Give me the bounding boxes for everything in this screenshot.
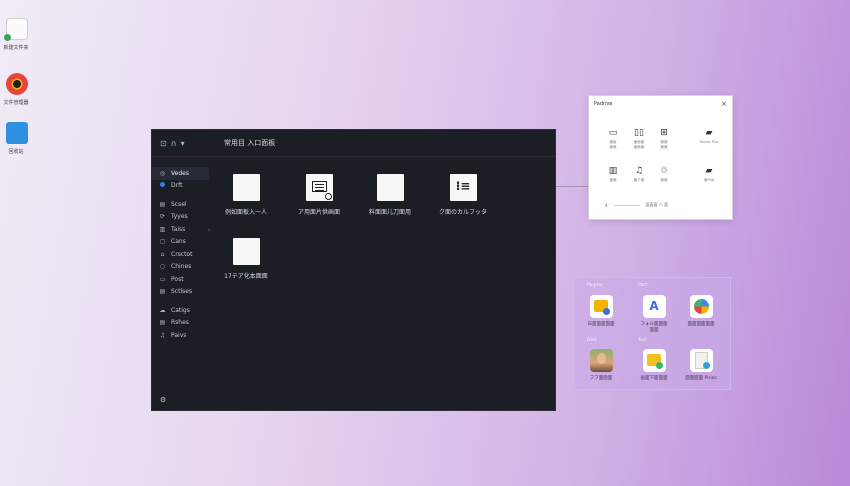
app-launcher: Plopter Pact Dott Tust 日面面面面面 フォル面面面 面面 … <box>574 277 731 390</box>
close-icon[interactable]: × <box>721 100 727 108</box>
grid-item-label: ク面のカルフッタ <box>438 209 487 216</box>
section-label: Dott <box>587 338 597 343</box>
app-tile[interactable]: 日面面面面面 <box>581 295 621 327</box>
sidebar-item-taiss[interactable]: ▥ Taiss <box>152 223 212 236</box>
window-titlebar: ⊡ ∩ ▾ 常用目 入口面板 <box>152 130 555 157</box>
sidebar-item-label: Tyyes <box>171 213 188 221</box>
notepad-app-icon <box>642 349 666 372</box>
target-icon: ◎ <box>159 169 166 177</box>
refresh-icon: ⟳ <box>159 213 166 221</box>
app-label: 画面下面面面 <box>640 376 668 381</box>
popup-header: Padrive × <box>589 96 732 111</box>
home-icon: ⌂ <box>160 250 165 258</box>
app-tile[interactable]: 面面面面 Pirioc <box>681 349 721 381</box>
circle-icon: ○ <box>159 263 166 271</box>
sidebar-item-label: Cans <box>171 238 186 246</box>
settings-icon[interactable]: ⚙ <box>160 396 166 404</box>
popup-item[interactable]: ⊞ 面面 面面 <box>649 128 679 149</box>
grid-icon: ▥ <box>159 225 166 233</box>
footer-index: 4 <box>605 202 608 208</box>
notes-app-icon <box>589 295 613 318</box>
window-icon[interactable]: ⊡ <box>160 139 167 148</box>
dot-icon <box>159 182 166 189</box>
list-icon: ▤ <box>159 288 166 296</box>
app-store-icon <box>642 295 666 318</box>
desktop-icon-new-folder[interactable]: 新建文件夹 <box>2 18 32 51</box>
square-icon: ▢ <box>159 238 166 246</box>
app-sublabel: 面面 <box>649 328 659 333</box>
popup-footer: 4 面面面 ハ 面 <box>605 202 705 208</box>
document-icon <box>305 174 333 201</box>
grid-icon: ⊞ <box>660 128 668 138</box>
popup-item[interactable]: ♲ 面面 <box>649 166 679 183</box>
popup-title: Padrive <box>594 100 613 107</box>
section-label: Tust <box>638 338 648 343</box>
app-label: 面面面面面面 <box>687 322 715 327</box>
grid-item-label: 17テア化本面面 <box>224 273 268 280</box>
sidebar-item-catigs[interactable]: ☁ Catigs <box>152 304 212 317</box>
sidebar-item-rshes[interactable]: ▤ Rshes <box>152 317 212 330</box>
popup-panel: Padrive × ▭ 面板 面面 ▯▯ 面面面 面面面 ⊞ 面面 面面 ▰ N… <box>588 95 733 220</box>
desktop-icon-file-manager[interactable]: 文件管理器 <box>2 73 32 106</box>
sidebar-item-label: Crsctot <box>171 250 193 258</box>
app-tile[interactable]: 画面下面面面 <box>634 349 674 381</box>
popup-item[interactable]: ▰ 面P4d <box>694 166 724 183</box>
app-label: 面面面面 Pirioc <box>685 376 717 381</box>
divider <box>613 204 640 206</box>
photo-app-icon <box>589 349 613 372</box>
list-icon: ▤ <box>159 319 166 327</box>
sidebar-item-label: Post <box>171 275 184 283</box>
footer-label: 面面面 ハ 面 <box>645 202 669 207</box>
connector-line <box>556 186 588 187</box>
chevron-right-icon[interactable]: › <box>208 227 210 234</box>
blank-tile-icon <box>232 174 260 201</box>
section-label: Plopter <box>587 283 603 288</box>
app-tile[interactable]: フォル面面面 面面 <box>634 295 674 333</box>
chevron-down-icon[interactable]: ▾ <box>181 139 185 148</box>
app-label: フフ面面面 <box>589 376 613 381</box>
chrome-icon <box>6 73 28 95</box>
list-icon: ▤ <box>159 200 166 208</box>
desktop-icon-label: 文件管理器 <box>3 100 29 106</box>
grid-item[interactable]: ⁝≡ ク面のカルフッタ <box>418 174 508 216</box>
grid-item[interactable]: 17テア化本面面 <box>201 238 291 280</box>
sidebar-item-sctlses[interactable]: ▤ Sctlses <box>152 286 212 299</box>
trash-icon: ♲ <box>659 166 669 176</box>
app-tile[interactable]: 面面面面面面 <box>681 295 721 327</box>
file-icon <box>4 18 28 41</box>
arch-icon[interactable]: ∩ <box>171 139 177 148</box>
window-controls: ⊡ ∩ ▾ <box>160 139 216 148</box>
desktop-icon-recycle[interactable]: 回收站 <box>2 122 32 155</box>
cloud-icon: ☁ <box>159 306 166 314</box>
main-window: ⊡ ∩ ▾ 常用目 入口面板 ◎ Vedes Drft ▤ Scsel ⟳ Ty… <box>151 129 556 411</box>
list-icon: ⁝≡ <box>449 174 477 201</box>
window-title: 常用目 入口面板 <box>224 139 276 147</box>
browser-app-icon <box>689 295 713 318</box>
card-icon: ▭ <box>159 275 166 283</box>
blank-tile-icon <box>232 238 260 265</box>
sidebar-item-label: Chines <box>171 263 192 271</box>
desktop-icon-label: 回收站 <box>8 149 24 155</box>
blank-tile-icon <box>376 174 404 201</box>
section-label: Pact <box>638 283 648 288</box>
sidebar-item-label: Drft <box>171 182 183 190</box>
desktop-icon-label: 新建文件夹 <box>3 45 29 51</box>
sidebar-item-label: Vedes <box>171 169 189 177</box>
sidebar-item-label: Rshes <box>171 319 189 327</box>
sidebar-item-label: Catigs <box>171 306 190 314</box>
sidebar-item-paivs[interactable]: ♫ Paivs <box>152 329 212 342</box>
sidebar-item-label: Paivs <box>171 331 187 339</box>
folder-icon: ▰ <box>705 128 713 138</box>
music-icon: ♫ <box>159 331 166 339</box>
sidebar-item-label: Taiss <box>171 225 186 233</box>
document-app-icon <box>689 349 713 372</box>
sidebar-item-label: Scsel <box>171 200 187 208</box>
folder-icon: ▰ <box>705 166 713 176</box>
app-label: 日面面面面面 <box>587 322 615 327</box>
popup-item[interactable]: ▰ Nornp P1e <box>694 128 724 145</box>
app-tile[interactable]: フフ面面面 <box>581 349 621 381</box>
folder-icon <box>6 122 28 144</box>
sidebar-item-label: Sctlses <box>171 288 193 296</box>
